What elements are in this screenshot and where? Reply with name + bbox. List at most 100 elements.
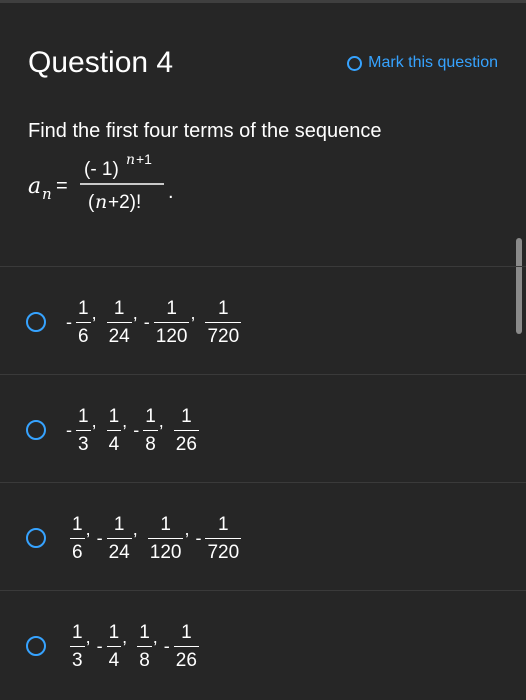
formula-period: . (168, 181, 174, 203)
fraction: 18 (137, 623, 152, 670)
term-separator: , (85, 518, 91, 539)
fraction-term: -14, (97, 623, 134, 670)
fraction: 13 (70, 623, 85, 670)
numerator: 1 (139, 621, 150, 643)
numerator: 1 (160, 513, 171, 535)
numerator: 1 (145, 405, 156, 427)
answer-option-3[interactable]: 1 6, -1 24, 1 120, -1 720 (0, 483, 526, 591)
fraction: 13 (76, 407, 91, 454)
denominator: 720 (205, 321, 242, 346)
formula-num-base: (- 1) (84, 159, 119, 180)
formula-den-open: ( (88, 192, 95, 213)
term-separator: , (158, 410, 164, 431)
fraction-term: -13, (66, 407, 103, 454)
sequence-formula: a n = (- 1) n +1 ( n +2)! . (28, 151, 174, 213)
fraction-term: -1 120, (144, 299, 202, 346)
denominator: 4 (106, 645, 122, 670)
denominator: 24 (106, 321, 132, 346)
formula-num-exp-var: n (126, 152, 135, 168)
term-separator: , (91, 302, 97, 323)
numerator: 1 (166, 297, 177, 319)
top-divider (0, 0, 526, 3)
denominator: 24 (106, 537, 132, 562)
radio-button[interactable] (26, 636, 46, 656)
numerator: 1 (72, 513, 83, 535)
fraction-term: 1 120, (144, 515, 196, 562)
fraction: 14 (106, 405, 122, 454)
fraction-term: 1 24, (103, 299, 144, 346)
fraction-term: 13, (66, 623, 97, 670)
term-separator: , (85, 626, 91, 647)
fraction: 1 26 (173, 621, 199, 670)
fraction-term: 14, (103, 407, 134, 454)
question-prompt: Find the first four terms of the sequenc… (28, 120, 382, 142)
numerator: 1 (218, 513, 229, 535)
formula-lhs-sub: n (42, 185, 52, 203)
denominator: 4 (106, 429, 122, 454)
denominator: 120 (153, 321, 190, 346)
answer-option-2[interactable]: -1 3, 1 4, -1 8, 1 26 (0, 375, 526, 483)
term-sign: - (66, 419, 72, 440)
term-sign: - (143, 311, 150, 332)
answer-terms: 1 3, -1 4, 1 8, -1 26 (66, 611, 199, 681)
fraction: 1 24 (106, 513, 132, 562)
mark-question-button[interactable]: Mark this question (347, 54, 498, 72)
radio-button[interactable] (26, 420, 46, 440)
fraction-term: 18, (133, 623, 164, 670)
numerator: 1 (113, 513, 125, 535)
question-header: Question 4 Mark this question (0, 36, 526, 96)
fraction: 1 24 (106, 297, 132, 346)
fraction: 1 720 (205, 513, 242, 562)
numerator: 1 (181, 621, 192, 643)
mark-question-label: Mark this question (368, 54, 498, 71)
denominator: 26 (173, 645, 199, 670)
denominator: 8 (137, 645, 152, 670)
term-sign: - (66, 311, 72, 332)
radio-button[interactable] (26, 312, 46, 332)
numerator: 1 (181, 405, 192, 427)
term-sign: - (96, 527, 103, 548)
fraction: 1 26 (173, 405, 199, 454)
numerator: 1 (78, 297, 89, 319)
denominator: 6 (70, 537, 85, 562)
term-separator: , (122, 410, 128, 431)
denominator: 120 (147, 537, 184, 562)
answer-terms: -1 6, 1 24, -1 120, 1 720 (66, 287, 242, 357)
fraction: 16 (70, 515, 85, 562)
denominator: 720 (205, 537, 242, 562)
term-sign: - (96, 635, 103, 656)
fraction: 14 (106, 621, 122, 670)
fraction-term: -1 26 (164, 623, 199, 670)
fraction-term: -1 720 (195, 513, 242, 562)
formula-lhs-var: a (28, 174, 41, 199)
numerator: 1 (78, 405, 89, 427)
fraction-term: -18, (133, 407, 170, 454)
radio-button[interactable] (26, 528, 46, 548)
fraction-term: -16, (66, 299, 103, 346)
term-separator: , (91, 410, 97, 431)
denominator: 6 (76, 321, 91, 346)
term-separator: , (190, 302, 196, 323)
term-sign: - (163, 635, 170, 656)
term-sign: - (133, 419, 140, 440)
formula-num-exp-rest: +1 (136, 151, 152, 167)
answer-terms: 1 6, -1 24, 1 120, -1 720 (66, 503, 242, 573)
numerator: 1 (218, 297, 229, 319)
denominator: 8 (143, 429, 158, 454)
answer-option-1[interactable]: -1 6, 1 24, -1 120, 1 720 (0, 267, 526, 375)
fraction: 1 720 (205, 297, 242, 346)
fraction-term: 16, (66, 515, 97, 562)
denominator: 3 (76, 429, 91, 454)
numerator: 1 (113, 297, 125, 319)
term-separator: , (132, 518, 138, 539)
term-separator: , (152, 626, 158, 647)
answer-terms: -1 3, 1 4, -1 8, 1 26 (66, 395, 199, 465)
numerator: 1 (108, 405, 120, 427)
numerator: 1 (108, 621, 120, 643)
term-separator: , (132, 302, 138, 323)
denominator: 3 (70, 645, 85, 670)
fraction: 18 (143, 407, 158, 454)
answer-option-4[interactable]: 1 3, -1 4, 1 8, -1 26 (0, 591, 526, 699)
denominator: 26 (173, 429, 199, 454)
mark-circle-icon (347, 55, 363, 71)
